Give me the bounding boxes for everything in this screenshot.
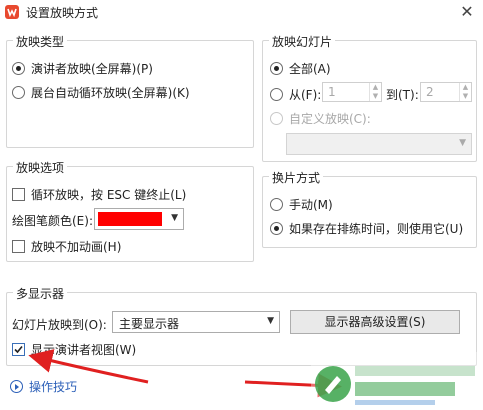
annotation-arrows [28, 349, 342, 398]
site-watermark-logo [311, 352, 483, 410]
arrow-to-checkbox [28, 349, 149, 384]
